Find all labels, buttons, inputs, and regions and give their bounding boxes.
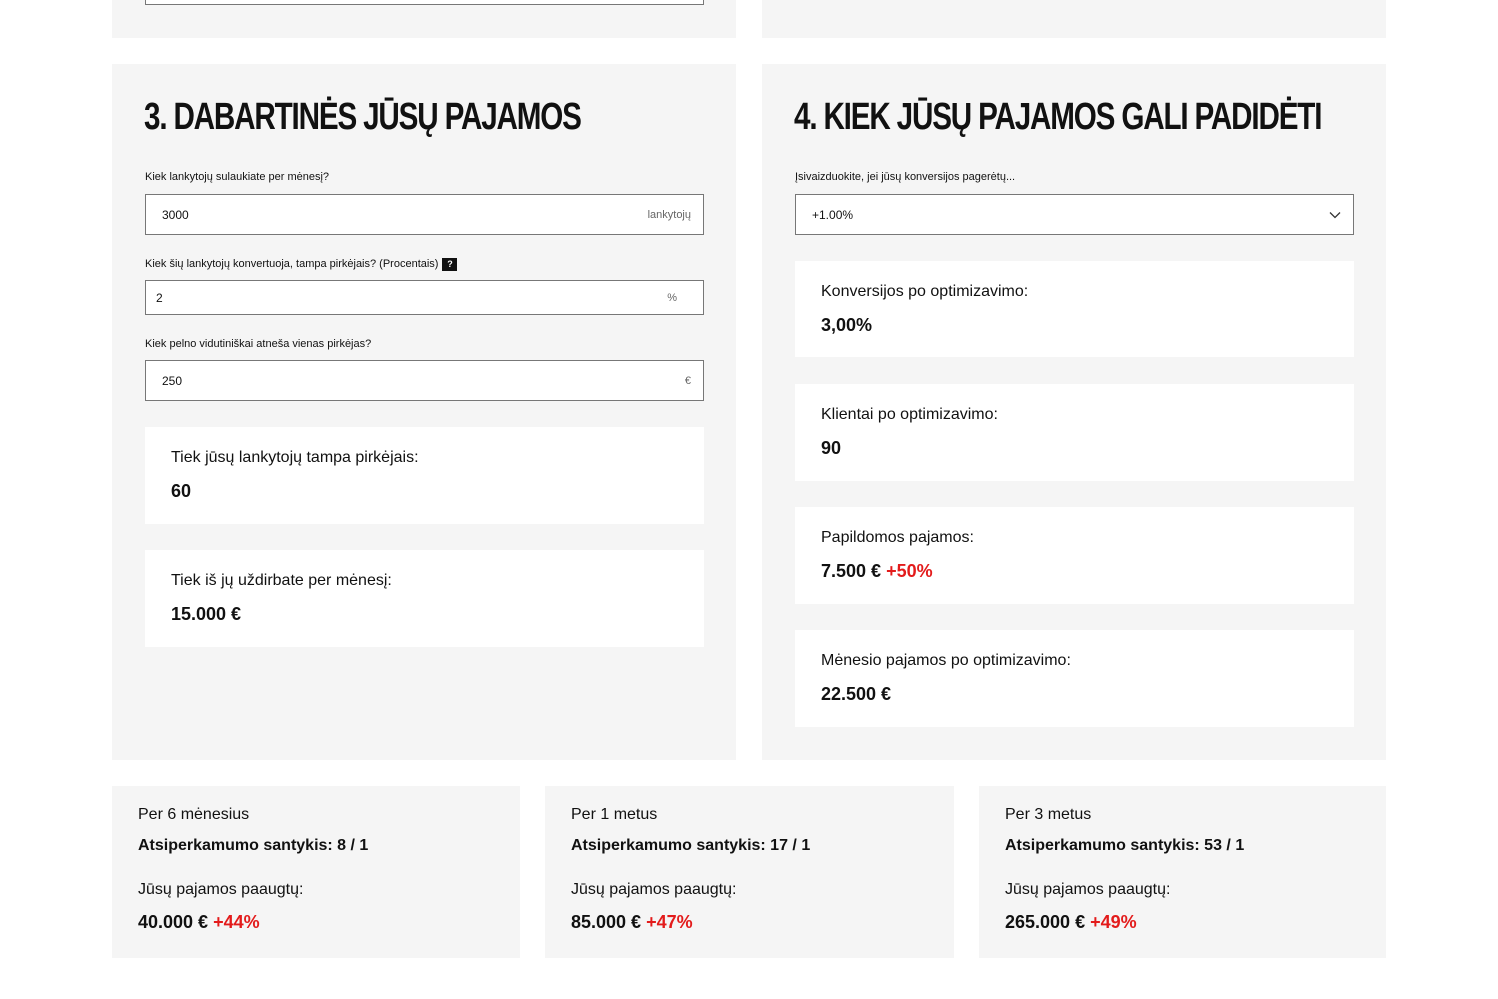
clients-after-value: 90 [821, 438, 842, 458]
summary-growth-label: Jūsų pajamos paaugtų: [571, 881, 737, 898]
summary-growth-value: 265.000 € [1005, 912, 1086, 932]
current-income-panel: 3. DABARTINĖS JŪSŲ PAJAMOS Kiek lankytoj… [112, 64, 736, 760]
earnings-result-card: Tiek iš jų uždirbate per mėnesį: 15.000 … [145, 550, 704, 647]
conversion-after-value: 3,00% [821, 315, 873, 335]
additional-income-percent: +50% [886, 561, 933, 581]
monthly-income-after-title: Mėnesio pajamos po optimizavimo: [821, 652, 1071, 669]
summary-growth-label: Jūsų pajamos paaugtų: [138, 881, 304, 898]
profit-value: 250 [162, 373, 183, 388]
summary-ratio: Atsiperkamumo santykis: 8 / 1 [138, 837, 369, 854]
improve-label: Įsivaizduokite, jei jūsų konversijos pag… [795, 171, 1016, 183]
profit-input[interactable]: 250 € [145, 360, 704, 401]
conversion-label-text: Kiek šių lankytojų konvertuoja, tampa pi… [145, 258, 439, 270]
summary-ratio: Atsiperkamumo santykis: 17 / 1 [571, 837, 811, 854]
visitors-unit: lankytojų [647, 208, 691, 221]
summary-growth-percent: +47% [646, 912, 693, 932]
conversion-after-card: Konversijos po optimizavimo: 3,00% [795, 261, 1354, 357]
chevron-down-icon [1329, 211, 1341, 218]
summary-growth-row: 40.000 € +44% [138, 912, 260, 933]
improve-selected-value: +1.00% [812, 207, 854, 222]
conversion-input[interactable]: 2 % [145, 280, 704, 315]
previous-section-panel-right [762, 0, 1386, 38]
summary-growth-value: 85.000 € [571, 912, 642, 932]
previous-input-field[interactable] [145, 0, 704, 5]
buyers-result-card: Tiek jūsų lankytojų tampa pirkėjais: 60 [145, 427, 704, 524]
income-growth-panel: 4. KIEK JŪSŲ PAJAMOS GALI PADIDĖTI Įsiva… [762, 64, 1386, 760]
additional-income-card: Papildomos pajamos: 7.500 € +50% [795, 507, 1354, 604]
conversion-value: 2 [156, 290, 163, 305]
summary-card-3-years: Per 3 metus Atsiperkamumo santykis: 53 /… [979, 786, 1386, 958]
summary-period: Per 6 mėnesius [138, 806, 250, 823]
summary-period: Per 1 metus [571, 806, 658, 823]
summary-growth-percent: +44% [213, 912, 260, 932]
summary-growth-percent: +49% [1090, 912, 1137, 932]
conversion-label: Kiek šių lankytojų konvertuoja, tampa pi… [145, 257, 458, 271]
previous-section-panel-left [112, 0, 736, 38]
summary-card-1-year: Per 1 metus Atsiperkamumo santykis: 17 /… [545, 786, 954, 958]
improve-select[interactable]: +1.00% [795, 194, 1354, 235]
summary-card-6-months: Per 6 mėnesius Atsiperkamumo santykis: 8… [112, 786, 520, 958]
summary-ratio: Atsiperkamumo santykis: 53 / 1 [1005, 837, 1245, 854]
summary-growth-row: 85.000 € +47% [571, 912, 693, 933]
buyers-title: Tiek jūsų lankytojų tampa pirkėjais: [171, 449, 419, 466]
clients-after-card: Klientai po optimizavimo: 90 [795, 384, 1354, 481]
visitors-value: 3000 [162, 207, 189, 222]
earnings-value: 15.000 € [171, 604, 242, 624]
help-icon[interactable]: ? [442, 257, 458, 271]
conversion-unit: % [667, 291, 677, 304]
clients-after-title: Klientai po optimizavimo: [821, 406, 998, 423]
additional-income-value-row: 7.500 € +50% [821, 561, 933, 582]
summary-growth-value: 40.000 € [138, 912, 209, 932]
profit-label: Kiek pelno vidutiniškai atneša vienas pi… [145, 338, 372, 350]
section-4-title: 4. KIEK JŪSŲ PAJAMOS GALI PADIDĖTI [794, 96, 1322, 138]
conversion-after-title: Konversijos po optimizavimo: [821, 283, 1029, 300]
buyers-value: 60 [171, 481, 192, 501]
section-3-title: 3. DABARTINĖS JŪSŲ PAJAMOS [144, 96, 582, 138]
visitors-input[interactable]: 3000 lankytojų [145, 194, 704, 235]
earnings-title: Tiek iš jų uždirbate per mėnesį: [171, 572, 392, 589]
summary-period: Per 3 metus [1005, 806, 1092, 823]
summary-growth-row: 265.000 € +49% [1005, 912, 1137, 933]
profit-unit: € [684, 374, 691, 387]
visitors-label: Kiek lankytojų sulaukiate per mėnesį? [145, 171, 330, 183]
monthly-income-after-value: 22.500 € [821, 684, 892, 704]
additional-income-title: Papildomos pajamos: [821, 529, 974, 546]
monthly-income-after-card: Mėnesio pajamos po optimizavimo: 22.500 … [795, 630, 1354, 727]
additional-income-value: 7.500 € [821, 561, 882, 581]
summary-growth-label: Jūsų pajamos paaugtų: [1005, 881, 1171, 898]
